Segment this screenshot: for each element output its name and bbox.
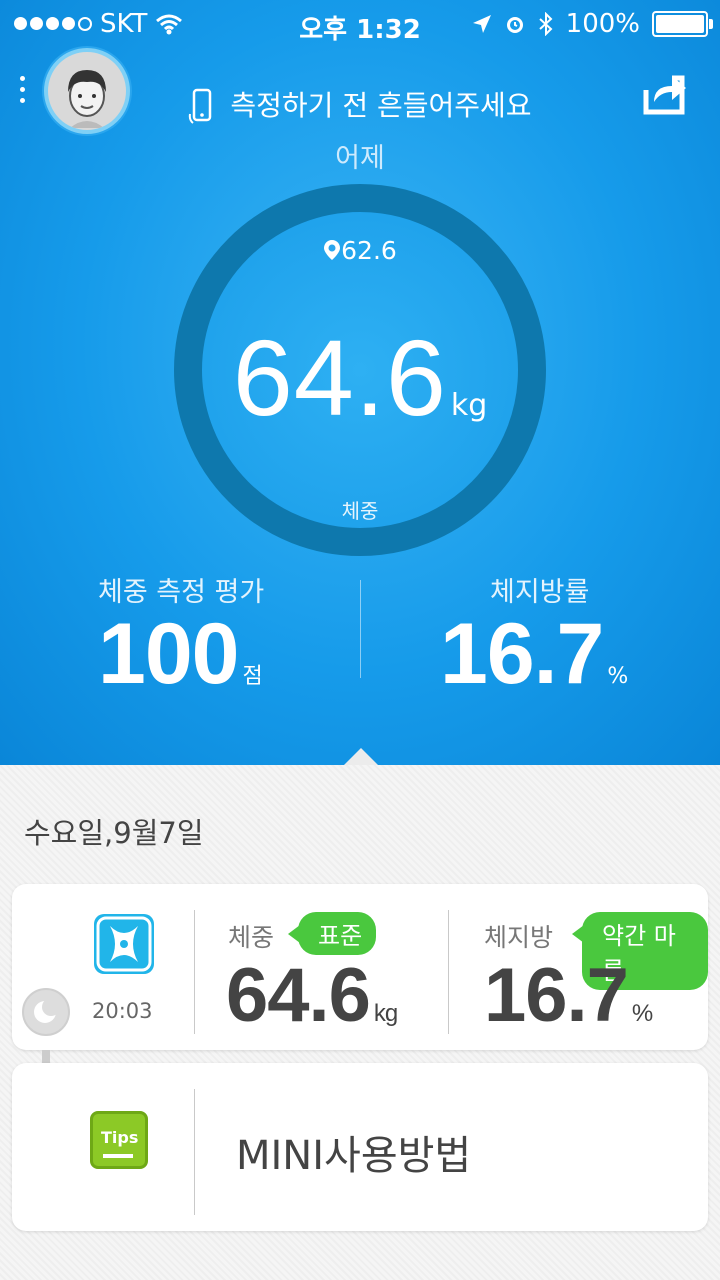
status-bar: SKT 오후 1:32 100% — [0, 0, 720, 50]
moon-icon — [22, 988, 70, 1036]
tips-icon-label: Tips — [101, 1128, 139, 1147]
shake-phone-icon — [189, 88, 212, 124]
shake-hint: 측정하기 전 흔들어주세요 — [0, 84, 720, 126]
tips-divider — [194, 1089, 195, 1215]
score-stat: 체중 측정 평가 100 점 — [98, 570, 264, 699]
current-weight: 64.6 kg — [0, 315, 720, 440]
share-icon[interactable] — [642, 72, 688, 116]
battery-icon — [652, 11, 713, 37]
score-unit: 점 — [242, 664, 263, 689]
shake-hint-text: 측정하기 전 흔들어주세요 — [230, 89, 532, 122]
card-divider-2 — [448, 910, 449, 1034]
bluetooth-icon — [538, 12, 553, 36]
alarm-icon — [506, 17, 523, 33]
body-fat-unit: % — [607, 664, 629, 689]
score-label: 체중 측정 평가 — [98, 577, 265, 608]
weight-value: 64.6 — [232, 317, 447, 438]
card-weight-unit: kg — [373, 1000, 398, 1027]
timeline-connector — [42, 1050, 50, 1063]
summary-panel: SKT 오후 1:32 100% 측정하기 전 흔들어주세요 어제 62.6 6… — [0, 0, 720, 765]
measurement-time: 20:03 — [92, 999, 153, 1023]
goal-weight: 62.6 — [0, 236, 720, 265]
body-fat-value: 16.7 — [440, 606, 604, 702]
card-weight-label: 체중 — [228, 923, 275, 952]
card-fat-value: 16.7 — [484, 953, 629, 1038]
scale-device-icon — [94, 914, 154, 974]
tips-card[interactable]: Tips MINI사용방법 — [12, 1063, 708, 1231]
card-fat-label: 체지방 — [484, 923, 554, 952]
weight-status-badge: 표준 — [287, 912, 377, 955]
stats-divider — [360, 580, 361, 678]
history-date: 수요일,9월7일 — [24, 816, 204, 850]
location-arrow-icon — [472, 15, 491, 33]
card-weight-value: 64.6 — [226, 953, 371, 1038]
card-weight: 64.6 kg — [226, 952, 398, 1039]
card-fat: 16.7% — [484, 952, 653, 1039]
weight-unit: kg — [450, 388, 488, 423]
card-divider — [194, 910, 195, 1034]
card-fat-unit: % — [631, 1000, 653, 1027]
body-fat-label: 체지방률 — [490, 577, 590, 608]
battery-percent: 100% — [565, 9, 640, 39]
tips-label: MINI사용방법 — [236, 1133, 472, 1179]
score-value: 100 — [98, 606, 239, 702]
measurement-card[interactable]: 20:03 체중 표준 64.6 kg 체지방 약간 마름 16.7% — [12, 884, 708, 1050]
body-fat-stat: 체지방률 16.7% — [440, 570, 628, 699]
goal-weight-value: 62.6 — [341, 236, 397, 265]
goal-pin-icon — [324, 240, 341, 260]
period-label[interactable]: 어제 — [0, 136, 720, 175]
panel-pointer — [344, 748, 378, 765]
tips-icon: Tips — [90, 1111, 148, 1169]
weight-label: 체중 — [341, 499, 379, 523]
